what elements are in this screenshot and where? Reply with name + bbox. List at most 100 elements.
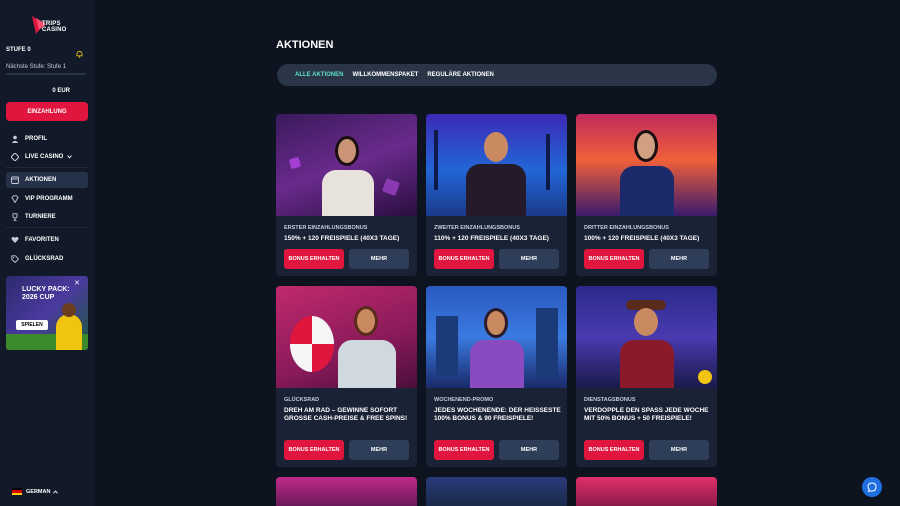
character-body	[620, 340, 674, 388]
bonus-button[interactable]: BONUS ERHALTEN	[584, 440, 644, 460]
chevron-down-icon	[67, 155, 73, 159]
casino-chip-icon	[11, 153, 19, 161]
bonus-button[interactable]: BONUS ERHALTEN	[434, 249, 494, 269]
card-subtitle: ZWEITER EINZAHLUNGSBONUS	[434, 225, 520, 231]
balance: 0 EUR	[52, 88, 70, 94]
promo-title-line2: 2026 CUP	[22, 294, 55, 301]
promo-card-image[interactable]	[426, 114, 567, 216]
promo-card-image[interactable]	[276, 114, 417, 216]
card-title: 110% + 120 FREISPIELE (40X3 TAGE)	[434, 235, 549, 242]
dice-decoration	[382, 178, 400, 196]
more-button[interactable]: MEHR	[349, 249, 409, 269]
nav-label: VIP PROGRAMM	[25, 196, 73, 202]
more-button[interactable]: MEHR	[499, 440, 559, 460]
tab-regular-promotions[interactable]: REGULÄRE AKTIONEN	[427, 72, 493, 78]
promo-card-image[interactable]	[426, 286, 567, 388]
promo-card: DRITTER EINZAHLUNGSBONUS 100% + 120 FREI…	[576, 114, 717, 276]
nav-item-promotions[interactable]: AKTIONEN	[6, 172, 88, 188]
wheel-of-fortune-icon	[290, 316, 334, 372]
promo-title: LUCKY PACK: 2026 CUP	[22, 286, 70, 302]
promo-card: ZWEITER EINZAHLUNGSBONUS 110% + 120 FREI…	[426, 114, 567, 276]
chat-icon	[867, 482, 877, 492]
nav-item-tournaments[interactable]: TURNIERE	[6, 209, 88, 225]
tab-all-promotions[interactable]: ALLE AKTIONEN	[295, 72, 343, 78]
nav-item-vip[interactable]: VIP PROGRAMM	[6, 191, 88, 207]
character-body	[322, 170, 374, 216]
promo-card: WOCHENEND-PROMO JEDES WOCHENENDE: DER HE…	[426, 286, 567, 467]
deposit-button[interactable]: EINZAHLUNG	[6, 102, 88, 121]
tag-icon	[11, 255, 19, 263]
promo-tabs: ALLE AKTIONEN WILLKOMMENSPAKET REGULÄRE …	[277, 64, 717, 86]
card-subtitle: DRITTER EINZAHLUNGSBONUS	[584, 225, 669, 231]
card-subtitle: DIENSTAGSBONUS	[584, 397, 636, 403]
nav-label: FAVORITEN	[25, 237, 59, 243]
nav-item-profile[interactable]: PROFIL	[6, 131, 88, 147]
building-decoration	[436, 316, 458, 376]
character-body	[338, 340, 396, 388]
card-subtitle: WOCHENEND-PROMO	[434, 397, 494, 403]
promo-card-image[interactable]	[576, 286, 717, 388]
bonus-button[interactable]: BONUS ERHALTEN	[434, 440, 494, 460]
promo-banner[interactable]: LUCKY PACK: 2026 CUP ✕ SPIELEN	[6, 276, 88, 350]
heart-icon	[11, 236, 19, 244]
card-title: 100% + 120 FREISPIELE (40X3 TAGE)	[584, 235, 700, 242]
card-subtitle: GLÜCKSRAD	[284, 397, 320, 403]
promo-play-button[interactable]: SPIELEN	[16, 320, 48, 330]
promo-card-image[interactable]	[576, 477, 717, 506]
card-title: VERDOPPLE DEN SPASS JEDE WOCHE MIT 50% B…	[584, 407, 709, 422]
promo-card-image[interactable]	[426, 477, 567, 506]
promo-card-image[interactable]	[576, 114, 717, 216]
character-head	[484, 308, 508, 338]
coin-decoration	[698, 370, 712, 384]
character-head	[634, 130, 658, 162]
nav-label: GLÜCKSRAD	[25, 256, 64, 262]
tab-welcome-package[interactable]: WILLKOMMENSPAKET	[352, 72, 418, 78]
more-button[interactable]: MEHR	[649, 249, 709, 269]
nav-label: AKTIONEN	[25, 177, 57, 183]
nav-label: LIVE CASINO	[25, 154, 64, 160]
card-subtitle: ERSTER EINZAHLUNGSBONUS	[284, 225, 368, 231]
more-button[interactable]: MEHR	[349, 440, 409, 460]
chat-button[interactable]	[862, 477, 882, 497]
divider	[6, 167, 88, 168]
promo-card-image[interactable]	[276, 477, 417, 506]
divider	[6, 227, 88, 228]
calendar-icon	[11, 176, 19, 184]
logo-text[interactable]: TRIPS CASINO	[42, 21, 67, 33]
promo-card-image[interactable]	[276, 286, 417, 388]
palm-tree-decoration	[546, 134, 550, 190]
bonus-button[interactable]: BONUS ERHALTEN	[584, 249, 644, 269]
language-selector[interactable]: GERMAN	[12, 488, 59, 495]
nav-label: TURNIERE	[25, 214, 56, 220]
character-body	[466, 164, 526, 216]
page-title: AKTIONEN	[276, 39, 334, 51]
level-progress-bar	[6, 73, 86, 75]
bonus-button[interactable]: BONUS ERHALTEN	[284, 440, 344, 460]
diamond-icon	[11, 195, 19, 203]
character-head	[484, 132, 508, 162]
card-title: DREH AM RAD – GEWINNE SOFORT GROSSE CASH…	[284, 407, 408, 422]
nav-label: PROFIL	[25, 136, 47, 142]
character-head	[354, 306, 378, 336]
nav-item-live-casino[interactable]: LIVE CASINO	[6, 149, 88, 165]
logo-line2: CASINO	[42, 27, 67, 33]
dice-decoration	[288, 156, 302, 170]
nav-item-wheel[interactable]: GLÜCKSRAD	[6, 251, 88, 267]
character-body	[470, 340, 524, 388]
more-button[interactable]: MEHR	[499, 249, 559, 269]
user-icon	[11, 135, 19, 143]
bell-icon[interactable]	[75, 49, 84, 59]
language-label: GERMAN	[26, 488, 51, 495]
promo-player-illustration	[56, 314, 82, 350]
card-title: 150% + 120 FREISPIELE (40X3 TAGE)	[284, 235, 400, 242]
level-label: STUFE 0	[6, 47, 31, 53]
bonus-button[interactable]: BONUS ERHALTEN	[284, 249, 344, 269]
more-button[interactable]: MEHR	[649, 440, 709, 460]
close-icon[interactable]: ✕	[74, 279, 80, 287]
germany-flag-icon	[12, 488, 22, 495]
sidebar: TRIPS CASINO STUFE 0 Nächste Stufe: Stuf…	[0, 0, 95, 506]
trophy-icon	[11, 213, 19, 221]
palm-tree-decoration	[434, 130, 438, 190]
nav-item-favorites[interactable]: FAVORITEN	[6, 232, 88, 248]
character-head	[634, 308, 658, 336]
